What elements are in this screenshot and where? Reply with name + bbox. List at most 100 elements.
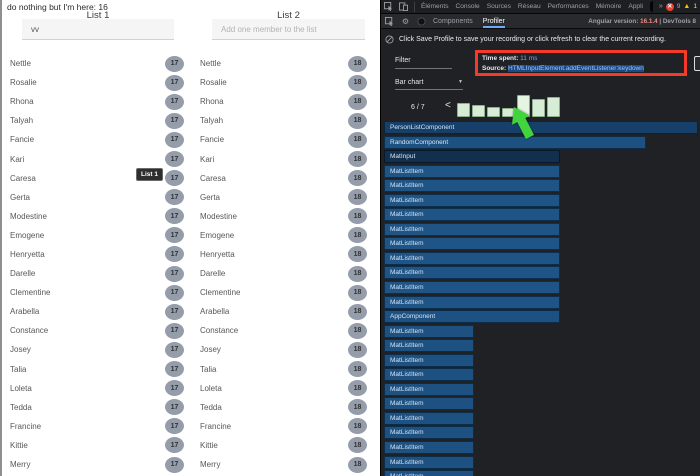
tab-performances[interactable]: Performances	[548, 3, 589, 10]
flame-bar-matlistitem[interactable]: MatListItem	[384, 470, 474, 476]
frame-thumbnail-1[interactable]	[457, 103, 470, 117]
tab-appli[interactable]: Appli	[628, 3, 643, 10]
flame-bar-matlistitem[interactable]: MatListItem	[384, 266, 560, 279]
chart-type-select[interactable]: Bar chart ▼	[395, 79, 463, 90]
warning-count[interactable]: 1	[693, 3, 697, 10]
frame-thumbnail-6[interactable]	[532, 99, 545, 117]
tab-réseau[interactable]: Réseau	[518, 3, 541, 10]
more-tabs-icon[interactable]: »	[659, 3, 663, 10]
member-row[interactable]: Loleta17	[2, 379, 192, 398]
warning-icon[interactable]: ▲	[683, 3, 690, 10]
member-row[interactable]: Darelle17	[2, 264, 192, 283]
flame-bar-matlistitem[interactable]: MatListItem	[384, 296, 560, 309]
member-row[interactable]: Caresa17	[2, 169, 192, 188]
member-row[interactable]: Caresa18	[192, 169, 382, 188]
previous-frame-button[interactable]: <	[445, 100, 451, 111]
flame-bar-matlistitem[interactable]: MatListItem	[384, 397, 474, 410]
tab-console[interactable]: Console	[456, 3, 480, 10]
member-row[interactable]: Fancie18	[192, 130, 382, 149]
flame-bar-matlistitem[interactable]: MatListItem	[384, 165, 560, 178]
member-row[interactable]: Loleta18	[192, 379, 382, 398]
member-row[interactable]: Constance18	[192, 321, 382, 340]
member-row[interactable]: Tedda18	[192, 398, 382, 417]
flame-bar-matlistitem[interactable]: MatListItem	[384, 194, 560, 207]
member-row[interactable]: Nettle18	[192, 54, 382, 73]
member-row[interactable]: Francine18	[192, 417, 382, 436]
member-row[interactable]: Clementine17	[2, 283, 192, 302]
member-row[interactable]: Arabella17	[2, 302, 192, 321]
device-toolbar-icon[interactable]	[399, 2, 408, 11]
member-row[interactable]: Francine17	[2, 417, 192, 436]
flame-bar-matlistitem[interactable]: MatListItem	[384, 368, 474, 381]
flame-bar-matlistitem[interactable]: MatListItem	[384, 412, 474, 425]
member-row[interactable]: Talyah18	[192, 111, 382, 130]
flame-bar-matlistitem[interactable]: MatListItem	[384, 179, 560, 192]
error-icon[interactable]: ✕	[666, 3, 674, 11]
member-row[interactable]: Kari18	[192, 149, 382, 168]
flame-bar-matlistitem[interactable]: MatListItem	[384, 237, 560, 250]
tab-profiler[interactable]: Profiler	[483, 14, 505, 28]
member-row[interactable]: Kittie18	[192, 436, 382, 455]
member-row[interactable]: Gerta18	[192, 188, 382, 207]
flame-bar-matlistitem[interactable]: MatListItem	[384, 383, 474, 396]
member-row[interactable]: Rosalie18	[192, 73, 382, 92]
flame-bar-matlistitem[interactable]: MatListItem	[384, 354, 474, 367]
filter-input[interactable]: Filter	[395, 57, 452, 69]
flame-bar-matlistitem[interactable]: MatListItem	[384, 223, 560, 236]
member-row[interactable]: Henryetta18	[192, 245, 382, 264]
member-age-badge: 17	[165, 361, 184, 377]
flame-bar-matlistitem[interactable]: MatListItem	[384, 252, 560, 265]
member-row[interactable]: Fancie17	[2, 130, 192, 149]
member-row[interactable]: Nettle17	[2, 54, 192, 73]
flame-bar-appcomponent[interactable]: AppComponent	[384, 310, 560, 323]
list1-input[interactable]	[22, 19, 174, 40]
tab-mémoire[interactable]: Mémoire	[596, 3, 622, 10]
member-row[interactable]: Emogene18	[192, 226, 382, 245]
frame-thumbnail-3[interactable]	[487, 107, 500, 117]
flame-bar-matlistitem[interactable]: MatListItem	[384, 325, 474, 338]
error-count[interactable]: 9	[677, 3, 681, 10]
member-row[interactable]: Modestine18	[192, 207, 382, 226]
member-row[interactable]: Clementine18	[192, 283, 382, 302]
member-row[interactable]: Rhona18	[192, 92, 382, 111]
inspect-element-icon[interactable]	[384, 2, 393, 11]
member-row[interactable]: Arabella18	[192, 302, 382, 321]
theme-circle-icon[interactable]	[417, 17, 426, 26]
member-row[interactable]: Josey18	[192, 340, 382, 359]
member-row[interactable]: Kari17	[2, 149, 192, 168]
member-row[interactable]: Kittie17	[2, 436, 192, 455]
member-row[interactable]: Modestine17	[2, 207, 192, 226]
pick-element-icon[interactable]	[385, 17, 394, 26]
member-row[interactable]: Merry17	[2, 455, 192, 474]
member-row[interactable]: Henryetta17	[2, 245, 192, 264]
member-row[interactable]: Merry18	[192, 455, 382, 474]
flame-bar-matlistitem[interactable]: MatListItem	[384, 208, 560, 221]
member-row[interactable]: Constance17	[2, 321, 192, 340]
member-row[interactable]: Rosalie17	[2, 73, 192, 92]
tab-sources[interactable]: Sources	[487, 3, 511, 10]
frame-thumbnail-2[interactable]	[472, 105, 485, 117]
frame-thumbnail-7[interactable]	[547, 97, 560, 117]
member-row[interactable]: Talyah17	[2, 111, 192, 130]
member-name: Emogene	[2, 231, 165, 240]
member-row[interactable]: Darelle18	[192, 264, 382, 283]
member-row[interactable]: Talia17	[2, 360, 192, 379]
member-row[interactable]: Josey17	[2, 340, 192, 359]
tab-components[interactable]: Components	[433, 14, 473, 28]
gear-icon[interactable]: ⚙	[401, 17, 410, 26]
flame-bar-matlistitem[interactable]: MatListItem	[384, 281, 560, 294]
member-row[interactable]: Emogene17	[2, 226, 192, 245]
member-row[interactable]: Rhona17	[2, 92, 192, 111]
member-row[interactable]: Gerta17	[2, 188, 192, 207]
flame-bar-matlistitem[interactable]: MatListItem	[384, 441, 474, 454]
list2-input[interactable]	[212, 19, 365, 40]
flame-bar-matlistitem[interactable]: MatListItem	[384, 339, 474, 352]
tab-angular[interactable]: Angular	[650, 1, 653, 12]
flame-bar-matlistitem[interactable]: MatListItem	[384, 456, 474, 469]
flame-bar-matinput[interactable]: MatInput	[384, 150, 560, 163]
tab-éléments[interactable]: Éléments	[421, 3, 449, 10]
member-row[interactable]: Tedda17	[2, 398, 192, 417]
flame-bar-matlistitem[interactable]: MatListItem	[384, 426, 474, 439]
view-toggle-button[interactable]	[694, 56, 700, 71]
member-row[interactable]: Talia18	[192, 360, 382, 379]
